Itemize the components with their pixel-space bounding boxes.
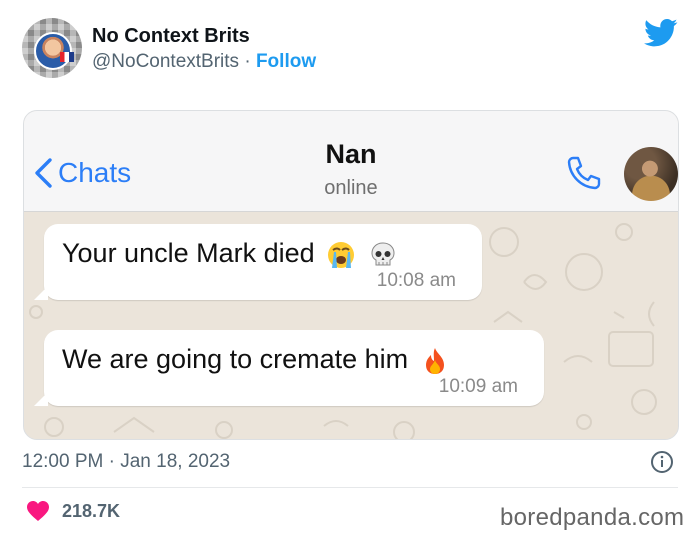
divider <box>22 487 678 488</box>
profile-avatar[interactable] <box>22 18 82 78</box>
message-bubble[interactable]: Your uncle Mark died 10:08 am <box>34 224 482 300</box>
handle-row: @NoContextBrits · Follow <box>92 50 316 74</box>
handle[interactable]: @NoContextBrits <box>92 51 239 72</box>
message-text: We are going to cremate him <box>62 344 409 374</box>
display-name[interactable]: No Context Brits <box>92 24 250 48</box>
like-button[interactable]: 218.7K <box>26 500 120 522</box>
message-bubble[interactable]: We are going to cremate him 10:09 am <box>34 330 544 406</box>
fire-icon <box>425 347 444 374</box>
watermark: boredpanda.com <box>500 504 685 531</box>
like-count: 218.7K <box>62 500 121 521</box>
avatar-flag <box>60 52 74 62</box>
message-text-row: We are going to cremate him <box>62 344 450 376</box>
message-time: 10:09 am <box>438 376 518 397</box>
chat-header: Chats Nan online <box>24 111 678 212</box>
follow-button[interactable]: Follow <box>256 51 316 72</box>
message-time: 10:08 am <box>376 270 456 291</box>
info-icon[interactable] <box>650 450 674 474</box>
avatar-portrait <box>34 32 72 70</box>
twitter-bird-icon[interactable] <box>644 18 678 48</box>
chat-screenshot: Chats Nan online Your uncle Mark died 10… <box>23 110 679 440</box>
skull-icon <box>371 242 395 266</box>
tweet-timestamp[interactable]: 12:00 PM · Jan 18, 2023 <box>22 451 230 473</box>
handle-separator: · <box>239 51 256 72</box>
heart-icon <box>27 501 49 521</box>
phone-icon[interactable] <box>564 153 604 193</box>
loudly-crying-face-icon <box>328 241 355 268</box>
contact-avatar[interactable] <box>624 147 678 201</box>
message-text-row: Your uncle Mark died <box>62 238 398 270</box>
message-text: Your uncle Mark died <box>62 238 315 268</box>
